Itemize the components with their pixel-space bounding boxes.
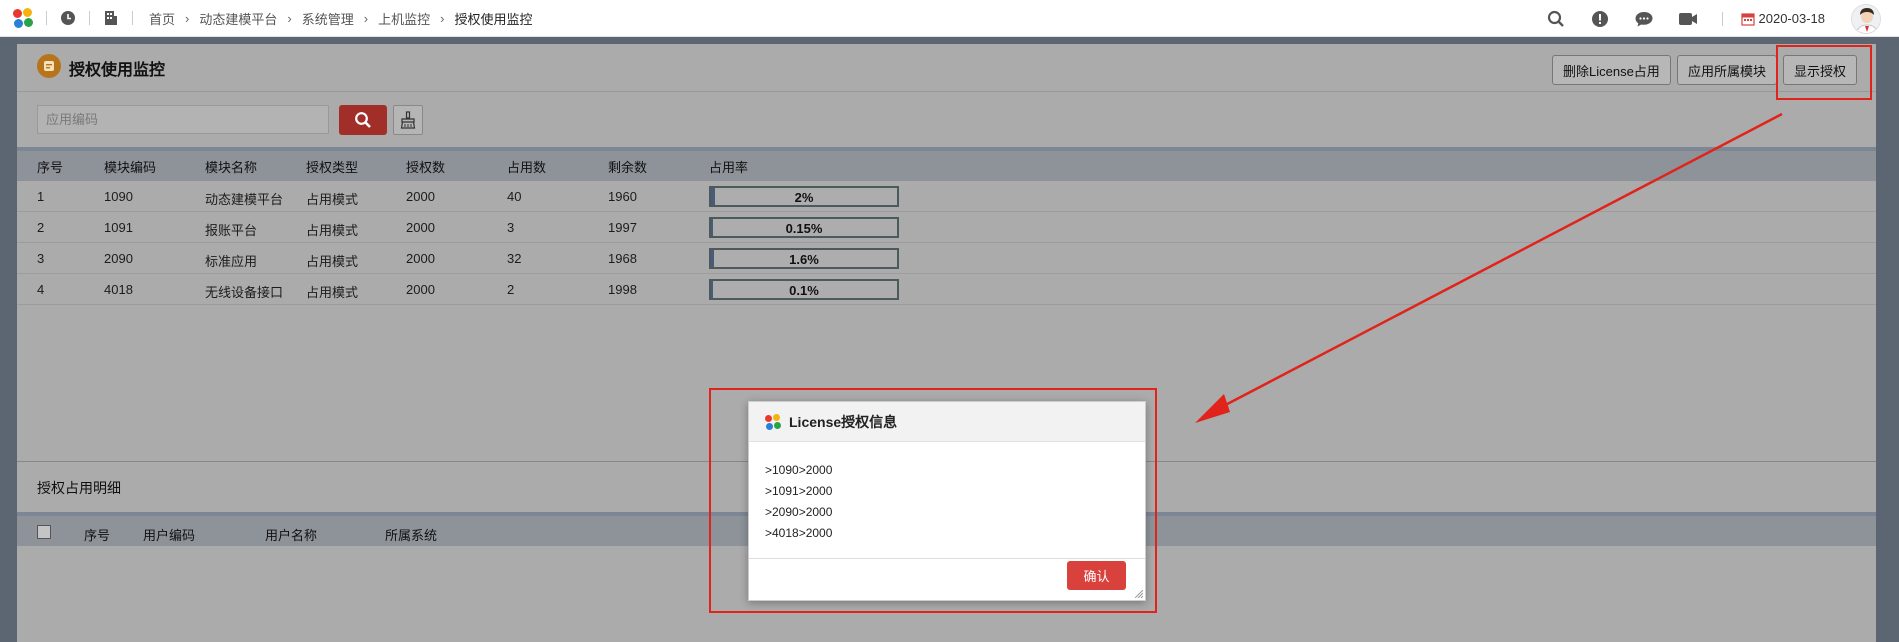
- annotation-arrow: [1195, 112, 1783, 423]
